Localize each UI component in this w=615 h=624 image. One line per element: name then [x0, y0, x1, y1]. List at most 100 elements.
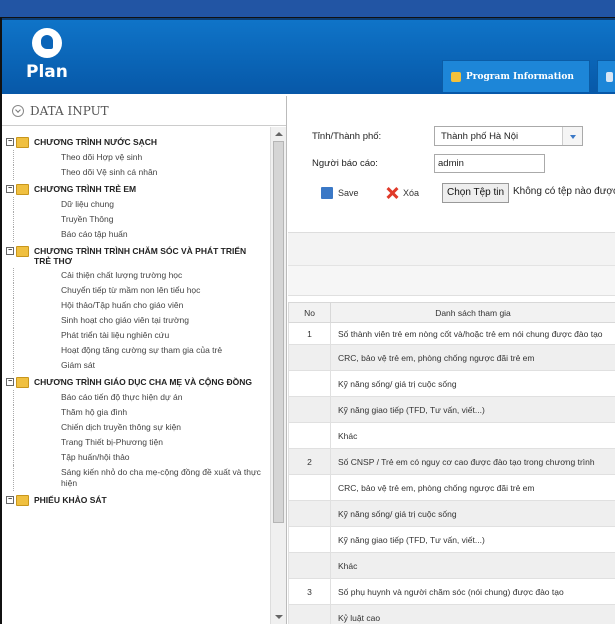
group-label: CHƯƠNG TRÌNH TRẺ EM: [34, 184, 137, 194]
collapse-icon[interactable]: [12, 104, 24, 117]
row-no: [288, 370, 331, 397]
tree-item[interactable]: Dữ liệu chung: [13, 197, 270, 212]
table-row[interactable]: Kỹ năng giao tiếp (TFD, Tư vấn, viết...): [288, 396, 615, 423]
row-text: Khác: [330, 552, 615, 579]
scroll-down-icon[interactable]: [275, 615, 283, 619]
sidebar-tree: − CHƯƠNG TRÌNH NƯỚC SẠCH Theo dõi Hợp vệ…: [2, 127, 270, 624]
tree-item[interactable]: Trang Thiết bị-Phương tiện: [13, 435, 270, 450]
floppy-disk-icon: [321, 187, 333, 199]
row-text: Số thành viên trẻ em nòng cốt và/hoặc tr…: [330, 322, 615, 345]
folder-icon: [16, 246, 29, 257]
table-row[interactable]: CRC, bảo vệ trẻ em, phòng chống ngược đã…: [288, 344, 615, 371]
tree-item[interactable]: Sáng kiến nhỏ do cha mẹ-cộng đồng đề xuấ…: [13, 465, 270, 491]
row-no: [288, 500, 331, 527]
table-row[interactable]: 3 Số phụ huynh và người chăm sóc (nói ch…: [288, 578, 615, 605]
tree-item[interactable]: Cải thiện chất lượng trường học: [13, 268, 270, 283]
collapse-toggle-icon[interactable]: −: [6, 496, 14, 504]
choose-file-button[interactable]: Chọn Tệp tin: [442, 183, 510, 203]
tree-item[interactable]: Tập huấn/hội thảo: [13, 450, 270, 465]
delete-button[interactable]: Xóa: [386, 182, 419, 204]
province-value: Thành phố Hà Nội: [441, 131, 519, 142]
sidebar: DATA INPUT − CHƯƠNG TRÌNH NƯỚC SẠCH Theo…: [2, 96, 287, 624]
tree-item[interactable]: Sinh hoạt cho giáo viên tại trường: [13, 313, 270, 328]
group-label: CHƯƠNG TRÌNH GIÁO DỤC CHA MẸ VÀ CỘNG ĐỒN…: [34, 377, 252, 387]
window-top-strip: [0, 0, 615, 18]
save-button[interactable]: Save: [321, 182, 359, 204]
tree-item[interactable]: Truyền Thông: [13, 212, 270, 227]
row-no: 3: [288, 578, 331, 605]
tree-group[interactable]: − CHƯƠNG TRÌNH GIÁO DỤC CHA MẸ VÀ CỘNG Đ…: [2, 373, 270, 390]
table-row[interactable]: Kỷ luật cao: [288, 604, 615, 624]
tree-group[interactable]: − CHƯƠNG TRÌNH TRẺ EM: [2, 180, 270, 197]
row-text: Số phụ huynh và người chăm sóc (nói chun…: [330, 578, 615, 605]
collapse-toggle-icon[interactable]: −: [6, 247, 14, 255]
row-text: Kỷ luật cao: [330, 604, 615, 624]
collapse-toggle-icon[interactable]: −: [6, 138, 14, 146]
row-text: CRC, bảo vệ trẻ em, phòng chống ngược đã…: [330, 474, 615, 501]
plan-logo[interactable]: Plan: [22, 26, 74, 90]
collapse-toggle-icon[interactable]: −: [6, 378, 14, 386]
delete-label: Xóa: [403, 188, 420, 198]
column-header-no[interactable]: No: [288, 302, 331, 323]
tree-group[interactable]: − CHƯƠNG TRÌNH TRÌNH CHĂM SÓC VÀ PHÁT TR…: [2, 242, 270, 268]
monitor-icon: [606, 71, 613, 82]
app-frame: Plan Program Information DATA INPUT − CH…: [0, 18, 615, 624]
province-select[interactable]: Thành phố Hà Nội: [434, 126, 583, 146]
table-row[interactable]: 2 Số CNSP / Trẻ em có nguy cơ cao được đ…: [288, 448, 615, 475]
table-row[interactable]: Kỹ năng sống/ giá trị cuộc sống: [288, 500, 615, 527]
sidebar-scrollbar[interactable]: [270, 127, 286, 624]
collapse-toggle-icon[interactable]: −: [6, 185, 14, 193]
tree-item[interactable]: Hoạt động tăng cường sự tham gia của trẻ: [13, 343, 270, 358]
reporter-label: Người báo cáo:: [312, 158, 378, 169]
document-icon: [451, 71, 461, 82]
table-row[interactable]: CRC, bảo vệ trẻ em, phòng chống ngược đã…: [288, 474, 615, 501]
plan-logo-icon: [32, 28, 62, 58]
folder-icon: [16, 137, 29, 148]
tree-item[interactable]: Chiến dịch truyền thông sự kiện: [13, 420, 270, 435]
sidebar-header[interactable]: DATA INPUT: [2, 96, 286, 126]
row-no: [288, 526, 331, 553]
row-no: 2: [288, 448, 331, 475]
tree-item[interactable]: Phát triển tài liệu nghiên cứu: [13, 328, 270, 343]
table-row[interactable]: Khác: [288, 552, 615, 579]
delete-x-icon: [386, 187, 398, 199]
save-label: Save: [338, 188, 359, 198]
reporter-input[interactable]: admin: [434, 154, 545, 173]
column-header-list[interactable]: Danh sách tham gia: [330, 302, 615, 323]
group-label: PHIẾU KHẢO SÁT: [34, 495, 107, 505]
table-row[interactable]: Kỹ năng giao tiếp (TFD, Tư vấn, viết...): [288, 526, 615, 553]
row-no: 1: [288, 322, 331, 345]
tree-item[interactable]: Theo dõi Hợp vệ sinh: [13, 150, 270, 165]
row-no: [288, 474, 331, 501]
tree-item[interactable]: Báo cáo tiến độ thực hiện dự án: [13, 390, 270, 405]
tree-item[interactable]: Chuyển tiếp từ mầm non lên tiểu học: [13, 283, 270, 298]
row-text: Kỹ năng giao tiếp (TFD, Tư vấn, viết...): [330, 396, 615, 423]
tree-item[interactable]: Hội thảo/Tập huấn cho giáo viên: [13, 298, 270, 313]
tree-item[interactable]: Giám sát: [13, 358, 270, 373]
row-no: [288, 396, 331, 423]
tree-group[interactable]: − PHIẾU KHẢO SÁT: [2, 491, 270, 508]
row-no: [288, 552, 331, 579]
tree-item[interactable]: Thăm hộ gia đình: [13, 405, 270, 420]
row-text: Kỹ năng sống/ giá trị cuộc sống: [330, 500, 615, 527]
row-no: [288, 344, 331, 371]
table-row[interactable]: Khác: [288, 422, 615, 449]
row-text: Khác: [330, 422, 615, 449]
table-caption-band: [288, 266, 615, 296]
table-row[interactable]: Kỹ năng sống/ giá trị cuộc sống: [288, 370, 615, 397]
row-no: [288, 422, 331, 449]
no-file-text: Không có tệp nào được chọn: [513, 186, 615, 197]
chevron-down-icon[interactable]: [562, 127, 582, 145]
tab-program-information[interactable]: Program Information: [442, 60, 590, 92]
row-text: CRC, bảo vệ trẻ em, phòng chống ngược đã…: [330, 344, 615, 371]
tree-group[interactable]: − CHƯƠNG TRÌNH NƯỚC SẠCH: [2, 133, 270, 150]
tab-second[interactable]: [597, 60, 615, 92]
table-row[interactable]: 1 Số thành viên trẻ em nòng cốt và/hoặc …: [288, 322, 615, 345]
scroll-up-icon[interactable]: [275, 132, 283, 136]
scrollbar-thumb[interactable]: [273, 141, 284, 523]
tree-item[interactable]: Báo cáo tập huấn: [13, 227, 270, 242]
logo-text: Plan: [26, 62, 68, 82]
tree-item[interactable]: Theo dõi Vệ sinh cá nhân: [13, 165, 270, 180]
group-label: CHƯƠNG TRÌNH NƯỚC SẠCH: [34, 137, 158, 147]
app-header: Plan Program Information: [2, 18, 615, 94]
